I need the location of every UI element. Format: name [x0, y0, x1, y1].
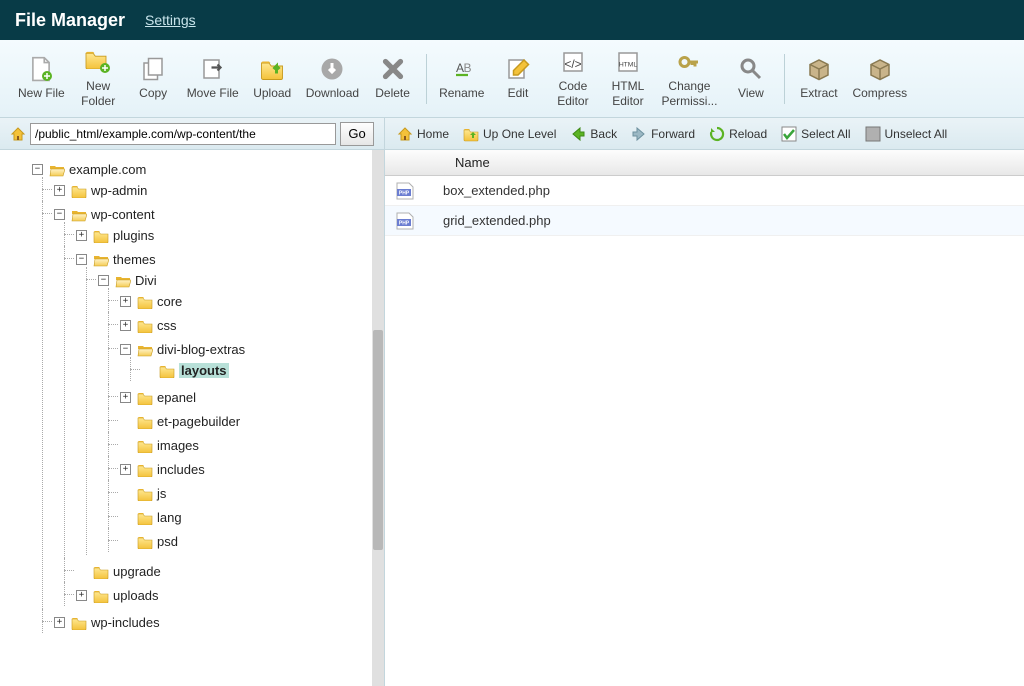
- tree-node-divi-blog-extras[interactable]: −divi-blog-extras: [120, 342, 245, 357]
- tree-node-et-pagebuilder[interactable]: +et-pagebuilder: [120, 414, 240, 429]
- check-icon: [781, 126, 797, 142]
- settings-link[interactable]: Settings: [145, 12, 196, 28]
- separator: [784, 54, 785, 104]
- file-row[interactable]: grid_extended.php: [385, 206, 1024, 236]
- home-button[interactable]: Home: [393, 124, 453, 144]
- select-all-button[interactable]: Select All: [777, 124, 854, 144]
- header: File Manager Settings: [0, 0, 1024, 40]
- tree-node-uploads[interactable]: +uploads: [76, 588, 159, 603]
- back-button[interactable]: Back: [566, 124, 621, 144]
- tree-node-themes[interactable]: −themes: [76, 252, 156, 267]
- expand-icon[interactable]: +: [76, 590, 87, 601]
- expand-icon[interactable]: +: [120, 464, 131, 475]
- rename-button[interactable]: Rename: [433, 52, 490, 104]
- main-toolbar: New File New Folder Copy Move File Uploa…: [0, 40, 1024, 118]
- tree-node-upgrade[interactable]: +upgrade: [76, 564, 161, 579]
- go-button[interactable]: Go: [340, 122, 374, 146]
- new-folder-button[interactable]: New Folder: [71, 45, 126, 112]
- delete-button[interactable]: Delete: [365, 52, 420, 104]
- download-icon: [317, 56, 347, 82]
- forward-icon: [631, 126, 647, 142]
- up-one-level-button[interactable]: Up One Level: [459, 124, 560, 144]
- tree-node-divi[interactable]: −Divi: [98, 273, 157, 288]
- download-button[interactable]: Download: [300, 52, 365, 104]
- key-icon: [674, 49, 704, 75]
- file-toolbar: Home Up One Level Back Forward Reload Se…: [385, 118, 1024, 150]
- copy-icon: [138, 56, 168, 82]
- path-bar: Go: [0, 118, 384, 150]
- column-header-name[interactable]: Name: [385, 150, 1024, 176]
- php-icon: [395, 211, 415, 231]
- app-title: File Manager: [15, 10, 125, 31]
- collapse-icon[interactable]: −: [54, 209, 65, 220]
- html-icon: [613, 49, 643, 75]
- tree-node-plugins[interactable]: +plugins: [76, 228, 154, 243]
- folder-tree: −example.com +wp-admin −wp-content +plug…: [0, 150, 384, 686]
- tree-node-images[interactable]: +images: [120, 438, 199, 453]
- upload-icon: [257, 56, 287, 82]
- html-editor-button[interactable]: HTML Editor: [600, 45, 655, 112]
- tree-node-wp-admin[interactable]: +wp-admin: [54, 183, 147, 198]
- expand-icon[interactable]: +: [120, 392, 131, 403]
- rename-icon: [447, 56, 477, 82]
- tree-node-js[interactable]: +js: [120, 486, 166, 501]
- new-file-button[interactable]: New File: [12, 52, 71, 104]
- collapse-icon[interactable]: −: [32, 164, 43, 175]
- file-row[interactable]: box_extended.php: [385, 176, 1024, 206]
- tree-node-wp-includes[interactable]: +wp-includes: [54, 615, 160, 630]
- new-file-icon: [26, 56, 56, 82]
- path-input[interactable]: [30, 123, 336, 145]
- copy-button[interactable]: Copy: [126, 52, 181, 104]
- tree-node-lang[interactable]: +lang: [120, 510, 182, 525]
- collapse-icon[interactable]: −: [98, 275, 109, 286]
- expand-icon[interactable]: +: [54, 185, 65, 196]
- tree-scrollbar[interactable]: [372, 150, 384, 686]
- expand-icon[interactable]: +: [120, 296, 131, 307]
- left-pane: Go −example.com +wp-admin −wp-content +p…: [0, 118, 385, 686]
- edit-button[interactable]: Edit: [490, 52, 545, 104]
- compress-icon: [865, 56, 895, 82]
- back-icon: [570, 126, 586, 142]
- move-icon: [198, 56, 228, 82]
- tree-node-css[interactable]: +css: [120, 318, 177, 333]
- expand-icon[interactable]: +: [54, 617, 65, 628]
- tree-node-wp-content[interactable]: −wp-content: [54, 207, 155, 222]
- expand-icon[interactable]: +: [76, 230, 87, 241]
- home-icon[interactable]: [10, 126, 26, 142]
- forward-button[interactable]: Forward: [627, 124, 699, 144]
- view-button[interactable]: View: [723, 52, 778, 104]
- extract-button[interactable]: Extract: [791, 52, 846, 104]
- compress-button[interactable]: Compress: [846, 52, 913, 104]
- tree-node-core[interactable]: +core: [120, 294, 182, 309]
- tree-node-example-com[interactable]: −example.com: [32, 162, 146, 177]
- tree-node-psd[interactable]: +psd: [120, 534, 178, 549]
- extract-icon: [804, 56, 834, 82]
- separator: [426, 54, 427, 104]
- file-list: box_extended.php grid_extended.php: [385, 176, 1024, 686]
- collapse-icon[interactable]: −: [76, 254, 87, 265]
- reload-icon: [709, 126, 725, 142]
- delete-icon: [378, 56, 408, 82]
- code-editor-button[interactable]: Code Editor: [545, 45, 600, 112]
- unselect-all-button[interactable]: Unselect All: [861, 124, 952, 144]
- tree-node-epanel[interactable]: +epanel: [120, 390, 196, 405]
- expand-icon[interactable]: +: [120, 320, 131, 331]
- uncheck-icon: [865, 126, 881, 142]
- new-folder-icon: [83, 49, 113, 75]
- tree-node-includes[interactable]: +includes: [120, 462, 205, 477]
- view-icon: [736, 56, 766, 82]
- change-permissions-button[interactable]: Change Permissi...: [655, 45, 723, 112]
- up-icon: [463, 126, 479, 142]
- php-icon: [395, 181, 415, 201]
- code-icon: [558, 49, 588, 75]
- edit-icon: [503, 56, 533, 82]
- home-icon: [397, 126, 413, 142]
- collapse-icon[interactable]: −: [120, 344, 131, 355]
- upload-button[interactable]: Upload: [245, 52, 300, 104]
- tree-node-layouts[interactable]: +layouts: [142, 363, 229, 378]
- right-pane: Home Up One Level Back Forward Reload Se…: [385, 118, 1024, 686]
- reload-button[interactable]: Reload: [705, 124, 771, 144]
- move-file-button[interactable]: Move File: [181, 52, 245, 104]
